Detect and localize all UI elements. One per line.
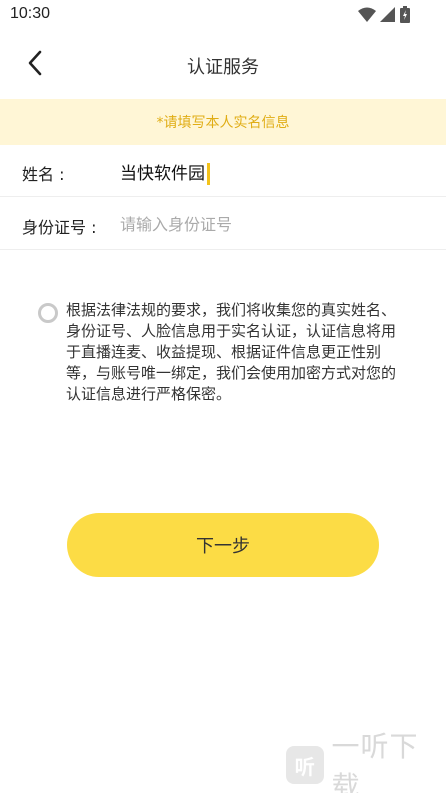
watermark-text: 一听下载 [331,730,419,793]
wifi-icon [358,7,376,27]
name-value: 当快软件园 [120,164,205,184]
agreement-text: 根据法律法规的要求，我们将收集您的真实姓名、身份证号、人脸信息用于实名认证，认证… [66,301,397,403]
text-caret [207,163,210,185]
watermark: 听 一听下载 [286,730,446,793]
agree-radio[interactable] [38,303,58,323]
battery-icon [400,6,410,27]
id-number-label: 身份证号 : [22,218,97,237]
status-bar: 10:30 [0,0,446,30]
notice-banner: *请填写本人实名信息 [0,99,446,145]
signal-icon [380,6,396,27]
name-label: 姓名 : [22,165,65,184]
status-time: 10:30 [10,5,51,22]
page-title: 认证服务 [187,57,259,78]
name-field[interactable]: 当快软件园 [120,159,210,185]
watermark-logo: 听 [286,746,324,784]
status-icons [358,6,410,27]
nav-bar: 认证服务 [0,38,446,94]
id-number-row: 身份证号 : [0,198,446,250]
name-row: 姓名 : 当快软件园 [0,145,446,197]
id-number-input[interactable] [120,211,420,237]
next-button[interactable]: 下一步 [67,513,379,577]
